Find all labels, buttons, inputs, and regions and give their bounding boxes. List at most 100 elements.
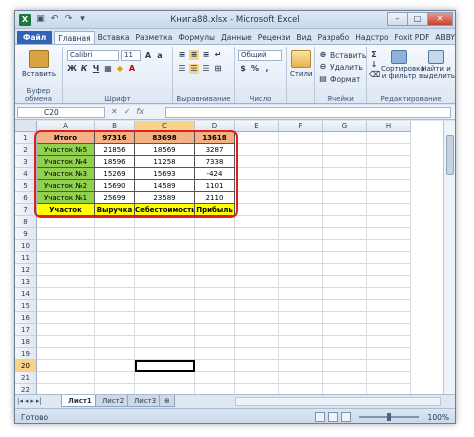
cell-C2[interactable]: 18569 [135,144,195,156]
cell-F4[interactable] [279,168,323,180]
vertical-scroll-thumb[interactable] [446,135,454,175]
cell-F20[interactable] [279,360,323,372]
column-header-E[interactable]: E [235,121,279,132]
cell-E10[interactable] [235,240,279,252]
row-header-15[interactable]: 15 [15,300,37,312]
prev-sheet-icon[interactable]: ◂ [25,397,29,405]
cell-B17[interactable] [95,324,135,336]
cell-H11[interactable] [367,252,411,264]
cell-D20[interactable] [195,360,235,372]
wrap-text-icon[interactable]: ↵ [213,50,223,60]
cell-G6[interactable] [323,192,367,204]
cell-F2[interactable] [279,144,323,156]
align-middle-icon[interactable]: ≡ [189,50,199,60]
cell-B1[interactable]: 97316 [95,132,135,144]
row-header-10[interactable]: 10 [15,240,37,252]
tab-developer[interactable]: Разрабо [315,31,353,44]
autosum-icon[interactable]: Σ [369,50,379,60]
format-cells-button[interactable]: Формат [330,75,360,84]
cell-F18[interactable] [279,336,323,348]
cell-F12[interactable] [279,264,323,276]
column-header-B[interactable]: B [95,121,135,132]
cell-H6[interactable] [367,192,411,204]
cell-D21[interactable] [195,372,235,384]
row-header-5[interactable]: 5 [15,180,37,192]
cell-B11[interactable] [95,252,135,264]
cell-C9[interactable] [135,228,195,240]
cell-H1[interactable] [367,132,411,144]
tab-foxit-pdf[interactable]: Foxit PDF [392,31,433,44]
cell-G8[interactable] [323,216,367,228]
row-header-19[interactable]: 19 [15,348,37,360]
column-header-C[interactable]: C [135,121,195,132]
page-break-view-icon[interactable] [341,412,351,422]
cell-A9[interactable] [37,228,95,240]
next-sheet-icon[interactable]: ▸ [30,397,34,405]
row-header-20[interactable]: 20 [15,360,37,372]
cell-F21[interactable] [279,372,323,384]
cell-D13[interactable] [195,276,235,288]
cell-H15[interactable] [367,300,411,312]
cell-C7[interactable]: Себестоимость [135,204,195,216]
cell-C14[interactable] [135,288,195,300]
cell-C4[interactable]: 15693 [135,168,195,180]
cell-B6[interactable]: 25699 [95,192,135,204]
column-header-A[interactable]: A [37,121,95,132]
cell-E13[interactable] [235,276,279,288]
cell-D1[interactable]: 13618 [195,132,235,144]
cell-H2[interactable] [367,144,411,156]
cell-D15[interactable] [195,300,235,312]
insert-function-button[interactable]: fx [136,107,144,116]
tab-file[interactable]: Файл [17,31,53,44]
tab-abbyy[interactable]: ABBYY PC [432,31,455,44]
cell-A18[interactable] [37,336,95,348]
align-right-icon[interactable]: ☰ [201,64,211,74]
percent-icon[interactable]: % [250,64,260,74]
cell-B10[interactable] [95,240,135,252]
cell-H12[interactable] [367,264,411,276]
cell-F17[interactable] [279,324,323,336]
cell-G15[interactable] [323,300,367,312]
worksheet-grid[interactable]: A B C D E F G H 1 Итого 97316 83698 13618 2 Участок №5… [15,121,455,404]
cell-G14[interactable] [323,288,367,300]
cell-F11[interactable] [279,252,323,264]
page-layout-view-icon[interactable] [328,412,338,422]
cell-E11[interactable] [235,252,279,264]
cell-B19[interactable] [95,348,135,360]
cell-H14[interactable] [367,288,411,300]
underline-button[interactable]: Ч [91,64,101,74]
cell-G13[interactable] [323,276,367,288]
cell-A3[interactable]: Участок №4 [37,156,95,168]
cell-A1[interactable]: Итого [37,132,95,144]
row-header-12[interactable]: 12 [15,264,37,276]
cell-A6[interactable]: Участок №1 [37,192,95,204]
cell-H8[interactable] [367,216,411,228]
row-header-16[interactable]: 16 [15,312,37,324]
cell-G17[interactable] [323,324,367,336]
sort-filter-button[interactable]: Сортировка и фильтр [381,50,425,80]
cell-D10[interactable] [195,240,235,252]
first-sheet-icon[interactable]: |◂ [17,397,23,405]
cell-E2[interactable] [235,144,279,156]
cell-E3[interactable] [235,156,279,168]
horizontal-scrollbar[interactable] [235,397,441,406]
cell-G7[interactable] [323,204,367,216]
cell-B3[interactable]: 18596 [95,156,135,168]
cell-A8[interactable] [37,216,95,228]
insert-cells-button[interactable]: Вставить [330,51,366,60]
enter-formula-icon[interactable]: ✓ [124,107,131,116]
zoom-slider[interactable] [359,413,419,421]
align-left-icon[interactable]: ☰ [177,64,187,74]
cell-C19[interactable] [135,348,195,360]
align-bottom-icon[interactable]: ≡ [201,50,211,60]
cell-A2[interactable]: Участок №5 [37,144,95,156]
cell-D6[interactable]: 2110 [195,192,235,204]
cell-E19[interactable] [235,348,279,360]
grow-font-icon[interactable]: A [143,51,153,61]
cell-F10[interactable] [279,240,323,252]
cell-E8[interactable] [235,216,279,228]
borders-icon[interactable]: ▦ [103,64,113,74]
cell-E15[interactable] [235,300,279,312]
cell-H5[interactable] [367,180,411,192]
cancel-formula-icon[interactable]: ✕ [111,107,118,116]
